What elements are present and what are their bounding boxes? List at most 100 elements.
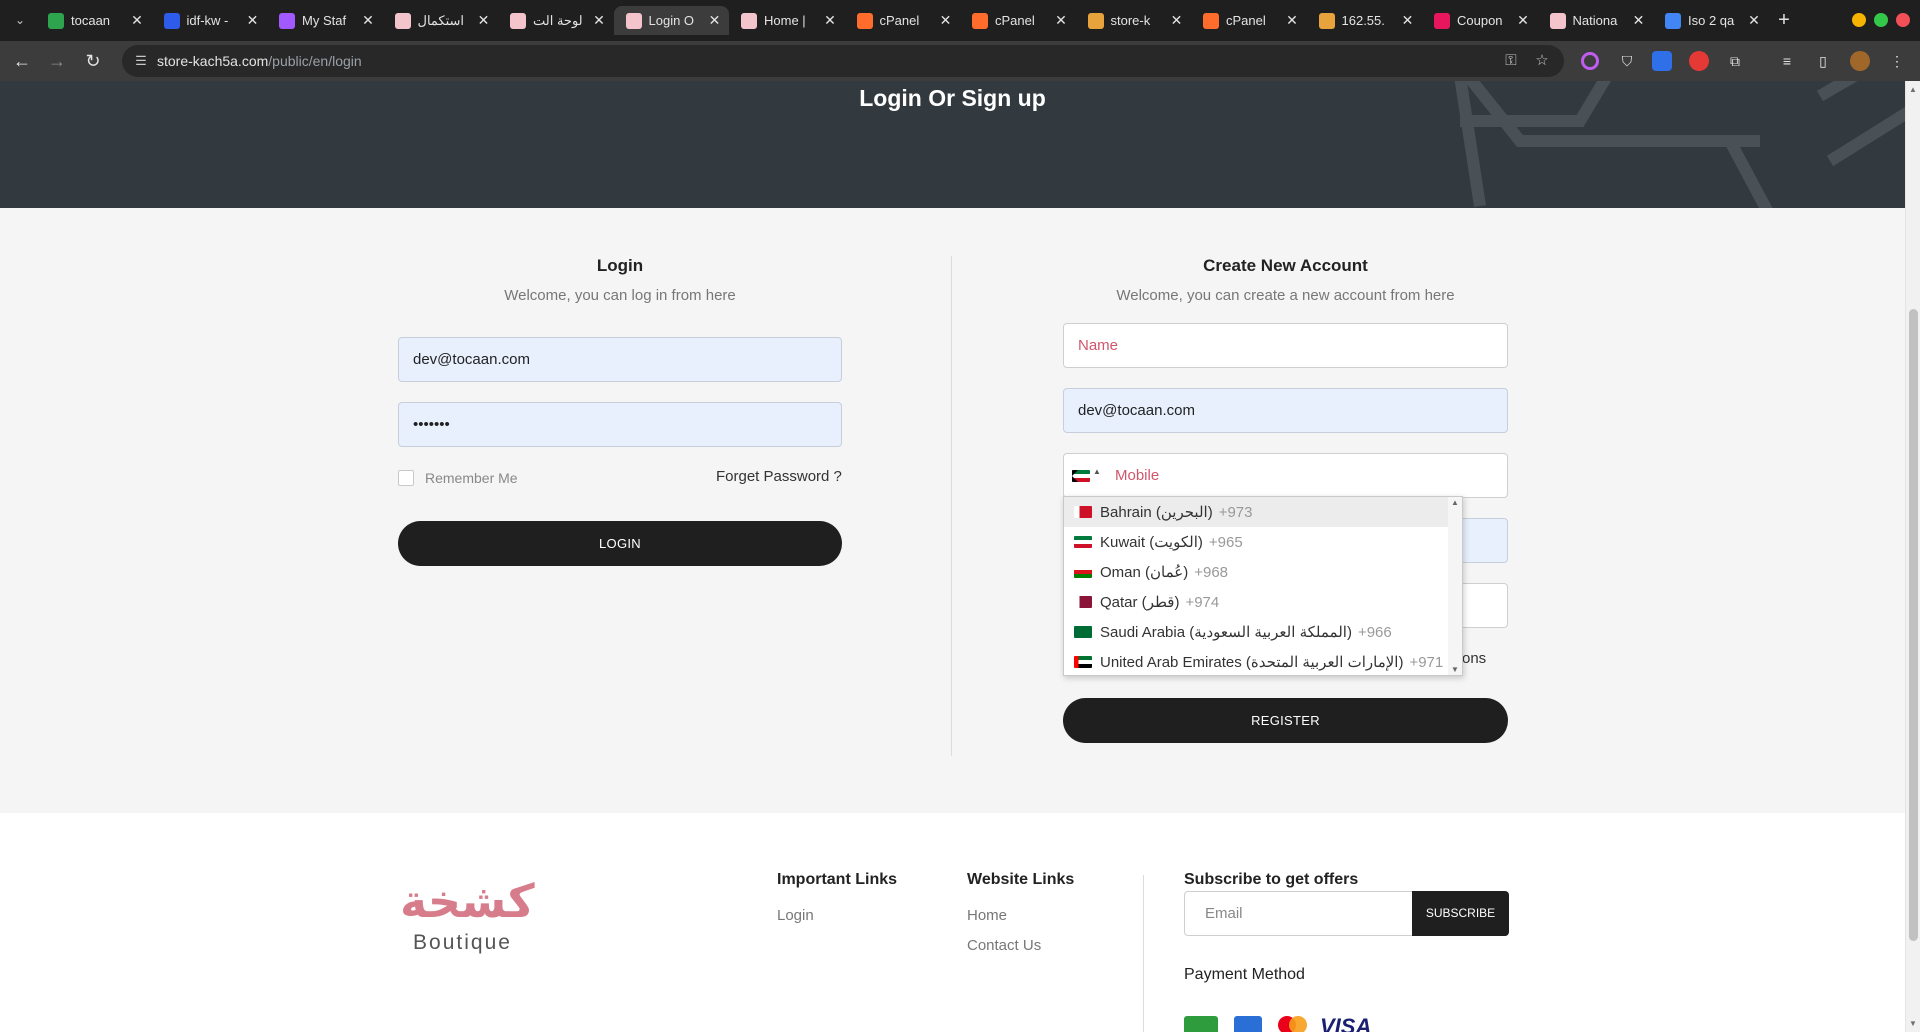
country-dial-code: +971 <box>1409 654 1444 671</box>
tab-close-icon[interactable]: ✕ <box>821 11 839 29</box>
password-key-icon[interactable]: ⚿ <box>1502 52 1520 70</box>
extension-shield-icon[interactable]: ⛉ <box>1617 51 1637 71</box>
country-option-label: Saudi Arabia (المملكة العربية السعودية) +… <box>1100 623 1392 641</box>
tab-close-icon[interactable]: ✕ <box>1630 11 1648 29</box>
extensions-puzzle-icon[interactable]: ⧉ <box>1725 51 1745 71</box>
browser-tab[interactable]: My Staf ✕ <box>267 6 382 35</box>
tab-close-icon[interactable]: ✕ <box>1514 11 1532 29</box>
tab-favicon-icon <box>510 13 526 29</box>
browser-tab[interactable]: tocaan ✕ <box>36 6 151 35</box>
remember-me-checkbox[interactable] <box>398 470 414 486</box>
scroll-down-icon[interactable]: ▼ <box>1451 665 1459 674</box>
subscribe-button[interactable]: SUBSCRIBE <box>1412 891 1509 936</box>
new-tab-button[interactable]: + <box>1772 8 1796 32</box>
country-option[interactable]: Oman (عُمان) +968 <box>1064 557 1448 587</box>
important-links-title: Important Links <box>777 871 898 888</box>
country-code-selector[interactable]: ▲ <box>1063 454 1105 497</box>
tab-close-icon[interactable]: ✕ <box>1168 11 1186 29</box>
register-button[interactable]: REGISTER <box>1063 698 1508 743</box>
forward-icon[interactable]: → <box>45 49 69 73</box>
footer-link-contact[interactable]: Contact Us <box>967 937 1041 954</box>
register-email-field[interactable]: dev@tocaan.com <box>1063 388 1508 433</box>
tab-close-icon[interactable]: ✕ <box>937 11 955 29</box>
browser-tab[interactable]: استكمال ✕ <box>383 6 498 35</box>
tab-title: Iso 2 qa <box>1688 13 1735 28</box>
browser-tab[interactable]: cPanel ✕ <box>1191 6 1306 35</box>
browser-tab[interactable]: Login O ✕ <box>613 6 729 35</box>
country-option[interactable]: Qatar (قطر) +974 <box>1064 587 1448 617</box>
browser-tab[interactable]: Home | ✕ <box>729 6 844 35</box>
tab-title: استكمال <box>417 13 465 28</box>
scroll-up-icon[interactable]: ▲ <box>1451 498 1459 507</box>
tab-close-icon[interactable]: ✕ <box>1745 11 1763 29</box>
tab-title: cPanel <box>995 13 1035 28</box>
scroll-up-arrow-icon[interactable]: ▲ <box>1909 85 1917 94</box>
brand-logo[interactable]: كشخة Boutique <box>400 873 535 968</box>
browser-tab[interactable]: store-k ✕ <box>1076 6 1191 35</box>
browser-tab[interactable]: cPanel ✕ <box>960 6 1075 35</box>
forgot-password-link[interactable]: Forget Password ? <box>716 468 842 485</box>
tab-close-icon[interactable]: ✕ <box>475 11 493 29</box>
site-info-icon[interactable]: ☰ <box>132 52 150 70</box>
footer-link-login[interactable]: Login <box>777 907 814 924</box>
maximize-window-icon[interactable] <box>1874 13 1888 27</box>
country-option-label: Bahrain (البحرين) +973 <box>1100 503 1253 521</box>
country-dropdown[interactable]: Bahrain (البحرين) +973 Kuwait (الكويت) +965… <box>1063 496 1463 676</box>
country-option[interactable]: United Arab Emirates (الإمارات العربية ا… <box>1064 647 1448 675</box>
tab-close-icon[interactable]: ✕ <box>244 11 262 29</box>
side-panel-icon[interactable]: ▯ <box>1813 51 1833 71</box>
tab-favicon-icon <box>163 13 180 29</box>
scrollbar-thumb[interactable] <box>1909 309 1918 941</box>
browser-tab[interactable]: idf-kw - ✕ <box>152 6 267 35</box>
country-option[interactable]: Saudi Arabia (المملكة العربية السعودية) +… <box>1064 617 1448 647</box>
page-hero: Login Or Sign up <box>0 81 1905 208</box>
tab-close-icon[interactable]: ✕ <box>128 11 146 29</box>
address-bar[interactable]: ☰ store-kach5a.com/public/en/login ⚿ ☆ <box>122 45 1564 77</box>
payment-green-icon <box>1184 1016 1218 1032</box>
country-name: United Arab Emirates (الإمارات العربية ا… <box>1100 654 1404 671</box>
browser-tab[interactable]: 162.55. ✕ <box>1307 6 1422 35</box>
minimize-window-icon[interactable] <box>1852 13 1866 27</box>
tab-close-icon[interactable]: ✕ <box>706 11 724 29</box>
remember-me-label[interactable]: Remember Me <box>425 470 518 486</box>
login-email-field[interactable]: dev@tocaan.com <box>398 337 842 382</box>
login-button[interactable]: LOGIN <box>398 521 842 566</box>
url-text[interactable]: store-kach5a.com/public/en/login <box>157 53 362 69</box>
country-option[interactable]: Kuwait (الكويت) +965 <box>1064 527 1448 557</box>
tab-close-icon[interactable]: ✕ <box>1399 11 1417 29</box>
register-name-field[interactable]: Name <box>1063 323 1508 368</box>
page-scrollbar[interactable]: ▲ ▼ <box>1905 81 1920 1032</box>
browser-tab[interactable]: cPanel ✕ <box>845 6 960 35</box>
login-password-field[interactable]: ••••••• <box>398 402 842 447</box>
tab-close-icon[interactable]: ✕ <box>359 11 377 29</box>
tab-search-icon[interactable]: ⌄ <box>10 10 30 30</box>
chrome-menu-icon[interactable]: ⋮ <box>1887 51 1907 71</box>
subscribe-email-input[interactable]: Email <box>1184 891 1414 936</box>
reload-icon[interactable]: ↻ <box>81 49 105 73</box>
browser-tab[interactable]: Iso 2 qa ✕ <box>1653 6 1768 35</box>
media-controls-icon[interactable]: ≡ <box>1777 51 1797 71</box>
country-option-label: Qatar (قطر) +974 <box>1100 593 1219 611</box>
close-window-icon[interactable] <box>1896 13 1910 27</box>
hero-decoration <box>1454 81 1905 208</box>
register-mobile-field[interactable]: Mobile <box>1063 453 1508 498</box>
country-option-label: Oman (عُمان) +968 <box>1100 563 1228 581</box>
browser-tab[interactable]: Coupon ✕ <box>1422 6 1537 35</box>
footer-link-home[interactable]: Home <box>967 907 1007 924</box>
profile-avatar[interactable] <box>1850 51 1870 71</box>
browser-tab[interactable]: Nationa ✕ <box>1538 6 1653 35</box>
tab-close-icon[interactable]: ✕ <box>1052 11 1070 29</box>
country-option[interactable]: Bahrain (البحرين) +973 <box>1064 497 1448 527</box>
back-icon[interactable]: ← <box>10 49 34 73</box>
dropdown-scrollbar[interactable]: ▲ ▼ <box>1448 497 1462 675</box>
browser-tab[interactable]: لوحة الت ✕ <box>498 6 613 35</box>
tab-close-icon[interactable]: ✕ <box>590 11 608 29</box>
bookmark-star-icon[interactable]: ☆ <box>1533 52 1551 70</box>
tab-close-icon[interactable]: ✕ <box>1283 11 1301 29</box>
extension-color-icon[interactable] <box>1581 52 1599 70</box>
extension-red-icon[interactable] <box>1689 51 1709 71</box>
register-title: Create New Account <box>1203 256 1368 275</box>
extension-blue-icon[interactable] <box>1652 51 1672 71</box>
tab-favicon-icon <box>1665 13 1681 29</box>
scroll-down-arrow-icon[interactable]: ▼ <box>1909 1019 1917 1028</box>
